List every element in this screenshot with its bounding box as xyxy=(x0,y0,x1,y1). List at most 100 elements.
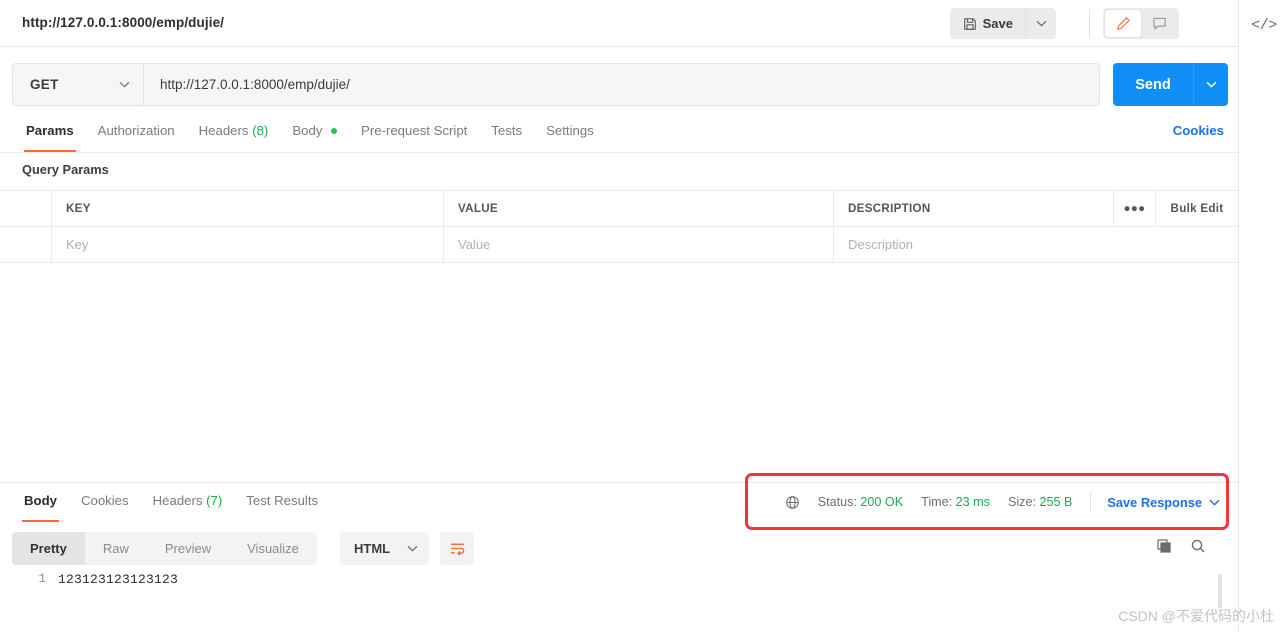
save-response-label: Save Response xyxy=(1107,494,1202,510)
view-visualize-button[interactable]: Visualize xyxy=(229,532,317,565)
http-method-select[interactable]: GET xyxy=(12,63,143,106)
response-time-item: Time: 23 ms xyxy=(921,495,990,509)
line-number: 1 xyxy=(38,572,46,586)
select-all-checkbox-cell[interactable] xyxy=(0,191,52,226)
response-format-bar: Pretty Raw Preview Visualize HTML xyxy=(0,530,1238,570)
query-params-title: Query Params xyxy=(22,162,109,177)
tab-label: Cookies xyxy=(80,493,129,508)
tab-settings[interactable]: Settings xyxy=(534,118,606,151)
query-params-table: KEY VALUE DESCRIPTION ●●● Bulk Edit Key … xyxy=(0,190,1238,263)
response-action-icons xyxy=(1156,538,1206,554)
column-header-key: KEY xyxy=(52,191,444,226)
response-tab-list: Body Cookies Headers (7) Test Results xyxy=(0,488,330,523)
ellipsis-icon[interactable]: ●●● xyxy=(1114,191,1156,226)
watermark: CSDN @不爱代码的小杜 xyxy=(1118,608,1274,624)
status-divider xyxy=(1090,492,1092,512)
comment-button[interactable] xyxy=(1141,10,1177,37)
row-spacer xyxy=(1114,227,1156,262)
titlebar-divider xyxy=(1089,9,1090,38)
description-input[interactable]: Description xyxy=(834,227,1114,262)
status-label: Status: xyxy=(817,495,857,509)
code-line: 1 123123123123123 xyxy=(0,572,1238,594)
bulk-edit-button[interactable]: Bulk Edit xyxy=(1156,191,1238,226)
tab-headers[interactable]: Headers (8) xyxy=(187,118,281,151)
chevron-down-icon xyxy=(1206,81,1216,88)
send-dropdown-button[interactable] xyxy=(1194,63,1228,106)
view-mode-group xyxy=(1103,8,1179,39)
save-button-label: Save xyxy=(982,16,1013,31)
cookies-link[interactable]: Cookies xyxy=(1173,123,1224,138)
tab-label: Params xyxy=(26,123,74,138)
tab-label: Body xyxy=(24,493,57,508)
tab-label: Headers xyxy=(198,123,249,138)
code-brackets-icon[interactable]: </> xyxy=(1239,12,1288,38)
copy-icon[interactable] xyxy=(1156,538,1172,554)
tab-count-badge: (7) xyxy=(206,493,223,508)
column-header-description: DESCRIPTION xyxy=(834,191,1114,226)
value-input[interactable]: Value xyxy=(444,227,834,262)
request-tab-bar: Params Authorization Headers (8) Body Pr… xyxy=(0,118,1238,153)
search-icon[interactable] xyxy=(1190,538,1206,554)
view-pretty-button[interactable]: Pretty xyxy=(12,532,85,565)
response-split-divider[interactable] xyxy=(0,482,1238,483)
edit-button[interactable] xyxy=(1105,10,1141,37)
status-badge: 200 OK xyxy=(860,495,904,509)
status-code-item: Status: 200 OK xyxy=(818,495,903,509)
save-button[interactable]: Save xyxy=(950,8,1026,39)
table-header-row: KEY VALUE DESCRIPTION ●●● Bulk Edit xyxy=(0,191,1238,227)
tab-label: Settings xyxy=(546,123,594,138)
save-response-button[interactable]: Save Response xyxy=(1107,495,1220,510)
response-tab-bar: Body Cookies Headers (7) Test Results xyxy=(0,488,330,522)
response-status-bar: Status: 200 OK Time: 23 ms Size: 255 B S… xyxy=(785,490,1220,514)
size-label: Size: xyxy=(1007,495,1036,509)
view-preview-button[interactable]: Preview xyxy=(147,532,229,565)
response-body-viewer[interactable]: 1 123123123123123 xyxy=(0,572,1238,632)
chevron-down-icon xyxy=(407,545,418,552)
tab-pre-request-script[interactable]: Pre-request Script xyxy=(349,118,479,151)
right-sidebar-rail: </> xyxy=(1238,0,1288,632)
body-modified-dot-icon xyxy=(331,128,338,134)
response-language-label: HTML xyxy=(354,541,391,556)
comment-icon xyxy=(1152,17,1166,31)
tab-count-badge: (8) xyxy=(252,123,269,138)
time-value: 23 ms xyxy=(955,495,990,509)
chevron-down-icon xyxy=(1036,20,1046,27)
key-input[interactable]: Key xyxy=(52,227,444,262)
size-value: 255 B xyxy=(1039,495,1073,509)
page-title: http://127.0.0.1:8000/emp/dujie/ xyxy=(22,15,225,30)
url-input[interactable]: http://127.0.0.1:8000/emp/dujie/ xyxy=(143,63,1100,106)
request-titlebar: http://127.0.0.1:8000/emp/dujie/ Save xyxy=(0,0,1238,47)
send-button[interactable]: Send xyxy=(1113,63,1194,106)
send-button-group: Send xyxy=(1113,63,1228,106)
tab-label: Pre-request Script xyxy=(361,123,468,138)
pencil-icon xyxy=(1116,17,1130,30)
response-language-select[interactable]: HTML xyxy=(340,532,429,565)
tab-label: Tests xyxy=(491,123,523,138)
save-dropdown-button[interactable] xyxy=(1026,8,1056,39)
response-tab-body[interactable]: Body xyxy=(12,488,69,522)
time-label: Time: xyxy=(921,495,953,509)
tab-authorization[interactable]: Authorization xyxy=(86,118,187,151)
response-tab-test-results[interactable]: Test Results xyxy=(234,488,330,521)
response-size-item: Size: 255 B xyxy=(1008,495,1072,509)
tab-label: Body xyxy=(292,123,323,138)
floppy-disk-icon xyxy=(963,17,977,31)
wrap-lines-icon xyxy=(450,543,464,556)
tab-params[interactable]: Params xyxy=(14,118,86,152)
tab-tests[interactable]: Tests xyxy=(479,118,534,151)
tab-label: Test Results xyxy=(246,493,319,508)
response-tab-headers[interactable]: Headers (7) xyxy=(141,488,235,521)
wrap-lines-button[interactable] xyxy=(440,532,474,565)
response-body-scrollbar[interactable] xyxy=(1218,574,1222,608)
globe-icon xyxy=(785,495,800,510)
row-checkbox[interactable] xyxy=(0,227,52,262)
view-raw-button[interactable]: Raw xyxy=(85,532,147,565)
tab-body[interactable]: Body xyxy=(280,118,349,151)
table-row: Key Value Description xyxy=(0,227,1238,263)
save-button-group: Save xyxy=(949,8,1056,39)
postman-window: http://127.0.0.1:8000/emp/dujie/ Save GE… xyxy=(0,0,1288,632)
tab-label: Authorization xyxy=(97,123,175,138)
chevron-down-icon xyxy=(1209,499,1220,506)
response-tab-cookies[interactable]: Cookies xyxy=(69,488,141,521)
column-header-value: VALUE xyxy=(444,191,834,226)
